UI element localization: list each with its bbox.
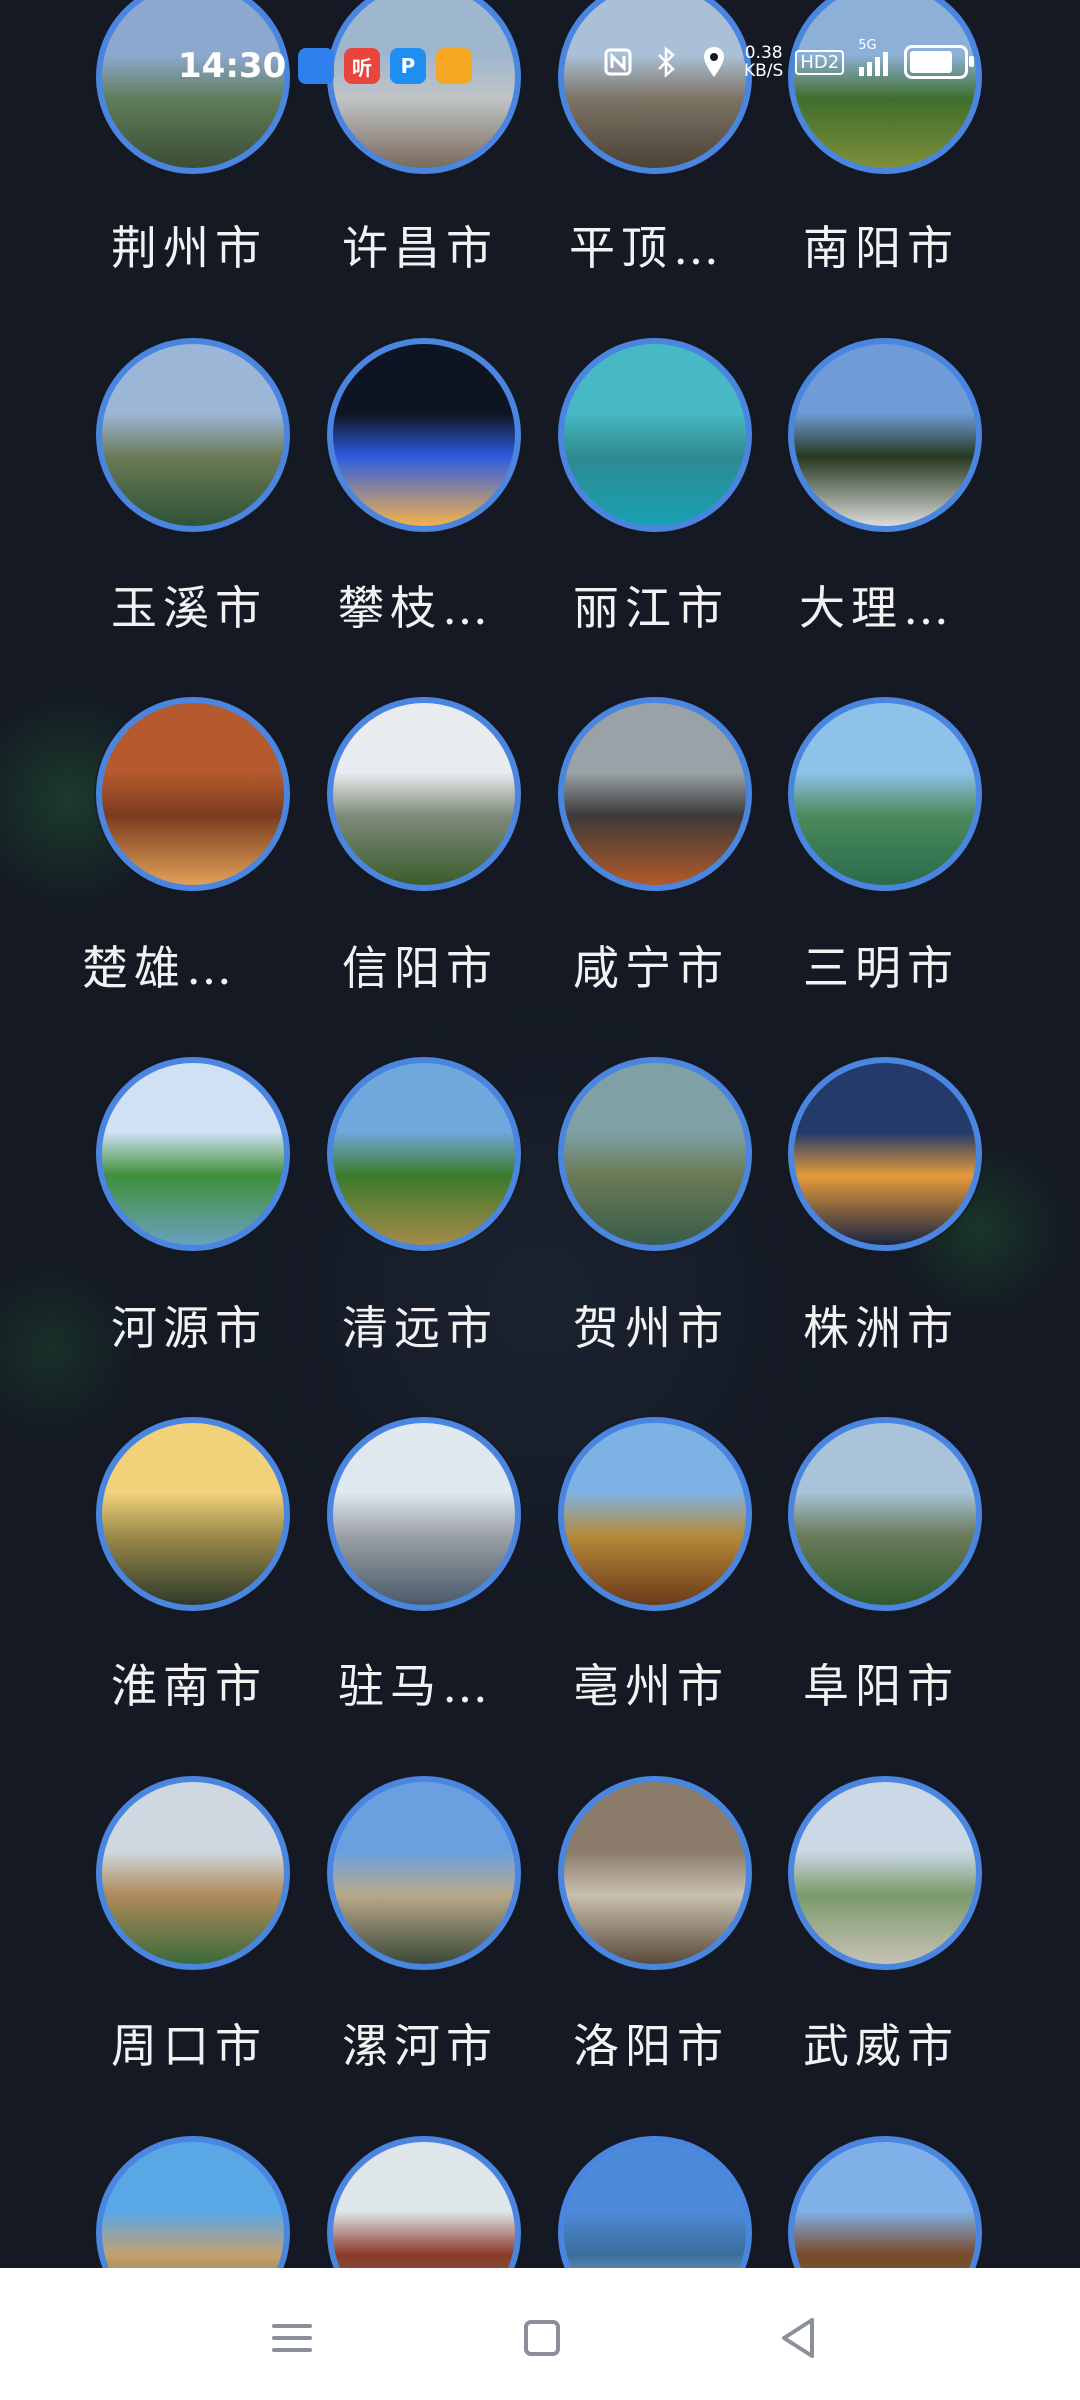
city-photo[interactable] — [788, 1417, 982, 1611]
city-name[interactable]: 阜阳市 — [803, 1650, 959, 1716]
city-photo[interactable] — [327, 1417, 521, 1611]
home-square-icon[interactable] — [512, 2308, 572, 2368]
city-name[interactable]: 楚雄… — [82, 932, 238, 998]
city-name[interactable]: 淮南市 — [111, 1650, 267, 1716]
city-photo[interactable] — [788, 1776, 982, 1970]
status-app-icons: 听P — [298, 48, 472, 84]
city-name[interactable]: 平顶… — [569, 212, 725, 278]
network-speed-unit: KB/S — [744, 61, 784, 81]
city-name[interactable]: 攀枝… — [338, 572, 494, 638]
city-name[interactable]: 株洲市 — [803, 1292, 959, 1358]
city-grid: 荆州市 许昌市 平顶… 南阳市玉溪市 攀枝… 丽江市 大理… 楚雄… 信阳市 咸宁市 三明市河源市 清… — [0, 0, 1080, 2400]
status-bar: 14:30 听P 0.38 KB/S HD2 5G — [0, 30, 1080, 110]
city-photo[interactable] — [327, 697, 521, 891]
city-name[interactable]: 信阳市 — [342, 932, 498, 998]
bluetooth-icon — [648, 44, 684, 80]
city-name[interactable]: 清远市 — [342, 1292, 498, 1358]
city-photo[interactable] — [558, 697, 752, 891]
city-name[interactable]: 河源市 — [111, 1292, 267, 1358]
city-name[interactable]: 南阳市 — [803, 212, 959, 278]
city-photo[interactable] — [558, 1417, 752, 1611]
city-photo[interactable] — [788, 1057, 982, 1251]
city-name[interactable]: 丽江市 — [573, 572, 729, 638]
city-name[interactable]: 周口市 — [111, 2010, 267, 2076]
city-photo[interactable] — [788, 338, 982, 532]
city-photo[interactable] — [327, 338, 521, 532]
city-photo[interactable] — [788, 697, 982, 891]
city-name[interactable]: 武威市 — [803, 2010, 959, 2076]
city-name[interactable]: 玉溪市 — [111, 572, 267, 638]
city-photo[interactable] — [558, 1057, 752, 1251]
city-name[interactable]: 驻马… — [338, 1650, 494, 1716]
city-name[interactable]: 漯河市 — [342, 2010, 498, 2076]
status-time: 14:30 — [178, 46, 287, 86]
battery-fill — [910, 51, 952, 73]
nfc-icon — [600, 44, 636, 80]
signal-icon: 5G — [856, 38, 892, 80]
city-photo[interactable] — [96, 697, 290, 891]
city-name[interactable]: 洛阳市 — [573, 2010, 729, 2076]
city-photo[interactable] — [96, 1417, 290, 1611]
signal-label: 5G — [858, 38, 877, 53]
city-name[interactable]: 三明市 — [803, 932, 959, 998]
city-photo[interactable] — [96, 338, 290, 532]
colorful-app-icon — [436, 48, 472, 84]
network-speed-value: 0.38 — [744, 43, 783, 63]
city-name[interactable]: 荆州市 — [111, 212, 267, 278]
city-photo[interactable] — [327, 1057, 521, 1251]
network-speed: 0.38 KB/S — [744, 44, 783, 80]
menu-icon[interactable] — [262, 2308, 322, 2368]
navigation-bar — [0, 2268, 1080, 2400]
status-right-icons: 0.38 KB/S HD2 5G — [600, 38, 975, 80]
city-photo[interactable] — [96, 1776, 290, 1970]
city-photo[interactable] — [558, 1776, 752, 1970]
battery-icon — [904, 45, 975, 79]
city-name[interactable]: 贺州市 — [573, 1292, 729, 1358]
city-name[interactable]: 咸宁市 — [573, 932, 729, 998]
city-photo[interactable] — [327, 1776, 521, 1970]
p-app-icon: P — [390, 48, 426, 84]
city-name[interactable]: 许昌市 — [342, 212, 498, 278]
city-name[interactable]: 大理… — [799, 572, 955, 638]
city-name[interactable]: 亳州市 — [573, 1650, 729, 1716]
city-photo[interactable] — [558, 338, 752, 532]
qq-browser-icon — [298, 48, 334, 84]
city-photo[interactable] — [96, 1057, 290, 1251]
ting-app-icon: 听 — [344, 48, 380, 84]
hd-badge: HD2 — [795, 49, 845, 75]
back-triangle-icon[interactable] — [770, 2308, 830, 2368]
location-icon — [696, 44, 732, 80]
